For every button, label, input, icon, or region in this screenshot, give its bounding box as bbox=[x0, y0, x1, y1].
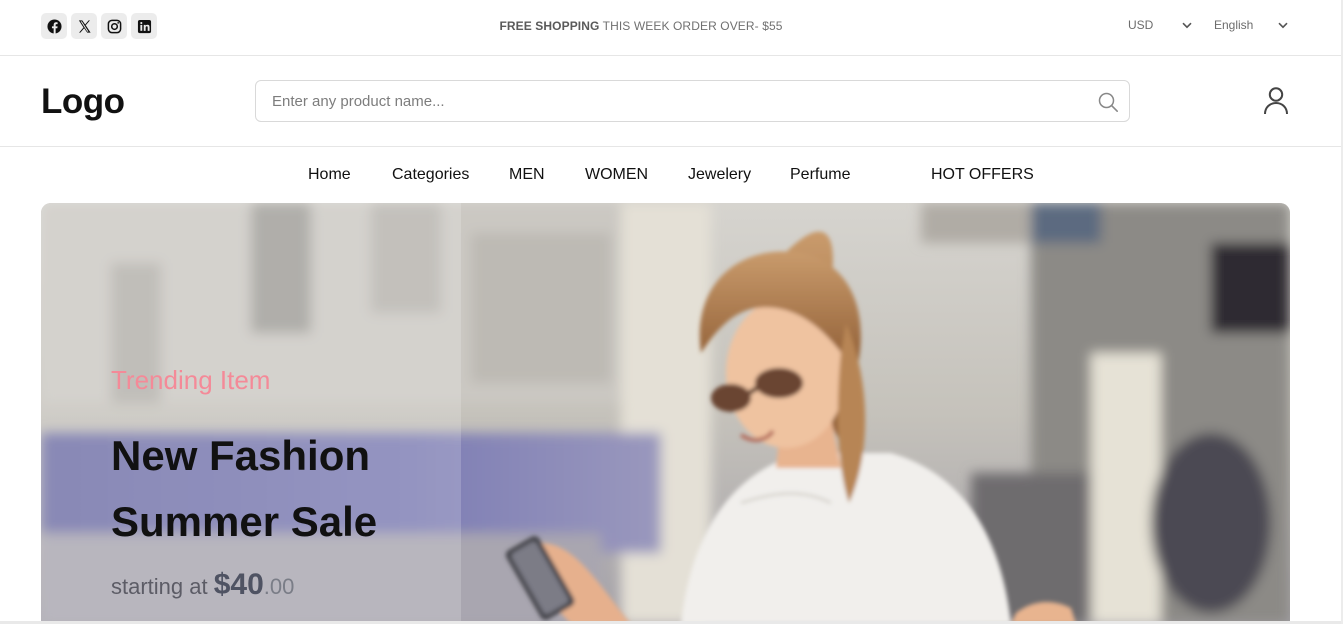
nav-item-categories[interactable]: Categories bbox=[392, 166, 469, 184]
hero-title: New Fashion Summer Sale bbox=[111, 432, 378, 545]
search-bar bbox=[255, 80, 1130, 122]
promo-text: THIS WEEK ORDER OVER- $55 bbox=[599, 19, 783, 33]
price-amount: $40 bbox=[213, 568, 264, 601]
hero-image bbox=[41, 203, 1290, 624]
search-icon[interactable] bbox=[1097, 91, 1119, 113]
hero-subtitle: Trending Item bbox=[111, 365, 271, 395]
chevron-down-icon bbox=[1278, 22, 1288, 28]
currency-value: USD bbox=[1128, 18, 1154, 32]
promo-banner: FREE SHOPPING THIS WEEK ORDER OVER- $55 bbox=[0, 19, 1282, 33]
chevron-down-icon bbox=[1182, 22, 1192, 28]
nav-item-perfume[interactable]: Perfume bbox=[790, 166, 850, 184]
currency-select[interactable]: USD bbox=[1128, 18, 1192, 32]
top-bar: FREE SHOPPING THIS WEEK ORDER OVER- $55 … bbox=[0, 0, 1343, 56]
price-prefix: starting at bbox=[111, 574, 214, 599]
nav-item-jewelery[interactable]: Jewelery bbox=[688, 166, 751, 184]
nav-item-men[interactable]: MEN bbox=[509, 166, 545, 184]
promo-highlight: FREE SHOPPING bbox=[499, 19, 600, 33]
nav-item-women[interactable]: WOMEN bbox=[585, 166, 648, 184]
search-input[interactable] bbox=[256, 81, 1076, 121]
language-value: English bbox=[1214, 18, 1254, 32]
price-cents: .00 bbox=[263, 574, 295, 599]
language-select[interactable]: English bbox=[1214, 18, 1288, 32]
nav-item-home[interactable]: Home bbox=[308, 166, 351, 184]
main-nav: Home Categories MEN WOMEN Jewelery Perfu… bbox=[0, 147, 1343, 203]
nav-item-hot-offers[interactable]: HOT OFFERS bbox=[931, 166, 1034, 184]
hero-price: starting at $40.00 bbox=[111, 568, 294, 602]
site-logo[interactable]: Logo bbox=[41, 82, 125, 122]
site-header: Logo bbox=[0, 56, 1343, 147]
hero-banner[interactable]: Trending Item New Fashion Summer Sale st… bbox=[41, 203, 1290, 624]
user-icon[interactable] bbox=[1262, 86, 1290, 116]
